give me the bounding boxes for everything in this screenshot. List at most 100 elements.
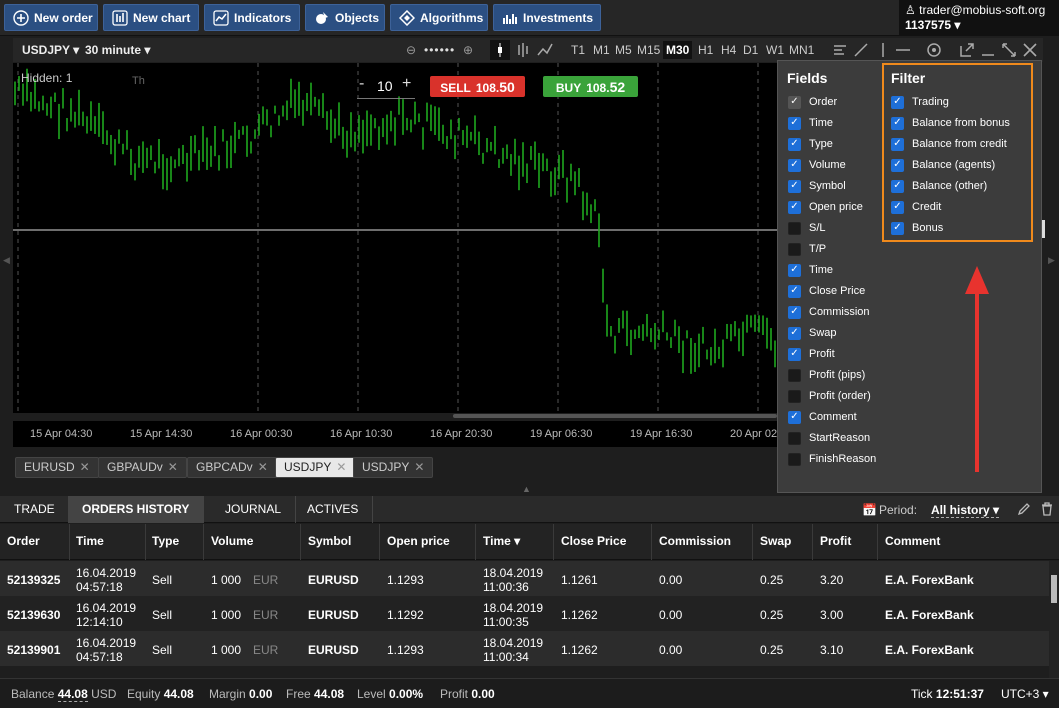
trendline-icon[interactable]: [852, 41, 870, 62]
column-header[interactable]: Comment: [885, 534, 940, 548]
field-option[interactable]: ✓ Swap: [788, 324, 837, 342]
popout-icon[interactable]: [958, 41, 976, 62]
checkbox-icon[interactable]: ✓: [788, 347, 801, 361]
maximize-icon[interactable]: [1000, 41, 1018, 62]
buy-button[interactable]: BUY 108.52: [543, 76, 638, 97]
lot-stepper[interactable]: - 10 +: [357, 75, 415, 99]
checkbox-icon[interactable]: ✓: [788, 158, 801, 172]
checkbox-icon[interactable]: [788, 368, 801, 382]
checkbox-icon[interactable]: ✓: [788, 326, 801, 340]
close-tab-icon[interactable]: ✕: [258, 460, 268, 474]
column-header[interactable]: Commission: [659, 534, 731, 548]
indicators-button[interactable]: Indicators: [204, 4, 300, 31]
checkbox-icon[interactable]: ✓: [788, 305, 801, 319]
checkbox-icon[interactable]: ✓: [788, 116, 801, 130]
field-option[interactable]: Profit (pips): [788, 366, 865, 384]
symbol-tab-usdjpy[interactable]: USDJPY ✕: [353, 457, 434, 478]
checkbox-icon[interactable]: ✓: [788, 200, 801, 214]
column-header[interactable]: Order: [7, 534, 40, 548]
table-row[interactable]: 52139630 16.04.2019 12:14:10 Sell 1 000 EUR EU…: [0, 596, 1049, 631]
line-chart-icon[interactable]: [535, 40, 555, 63]
column-header[interactable]: Profit: [820, 534, 851, 548]
timezone-selector[interactable]: UTC+3 ▾: [1001, 687, 1049, 701]
timeframe-m30[interactable]: M30: [663, 41, 693, 59]
close-tab-icon[interactable]: ✕: [80, 460, 90, 474]
field-option[interactable]: ✓ Open price: [788, 198, 863, 216]
checkbox-icon[interactable]: [788, 431, 801, 445]
table-row[interactable]: 52139325 16.04.2019 04:57:18 Sell 1 000 EUR EU…: [0, 561, 1049, 596]
zoom-in-icon[interactable]: ⊕: [463, 43, 473, 57]
lot-minus-button[interactable]: -: [359, 75, 364, 93]
tab-actives[interactable]: ACTIVES: [293, 496, 374, 523]
new-order-button[interactable]: New order: [4, 4, 98, 31]
column-header[interactable]: Open price: [387, 534, 450, 548]
bar-chart-icon[interactable]: [513, 40, 533, 63]
chevron-down-icon[interactable]: ▾: [954, 18, 960, 32]
close-tab-icon[interactable]: ✕: [414, 460, 424, 474]
symbol-tab-eurusd[interactable]: EURUSD ✕: [15, 457, 99, 478]
field-option[interactable]: T/P: [788, 240, 826, 258]
field-option[interactable]: ✓ Symbol: [788, 177, 846, 195]
investments-button[interactable]: Investments: [493, 4, 601, 31]
field-option[interactable]: ✓ Time: [788, 114, 833, 132]
column-header[interactable]: Volume: [211, 534, 253, 548]
panel-resize-icon[interactable]: ▲: [522, 484, 531, 494]
algorithms-button[interactable]: Algorithms: [390, 4, 488, 31]
column-header[interactable]: Time: [76, 534, 104, 548]
timeframe-mn1[interactable]: MN1: [786, 41, 817, 59]
timeframe-m1[interactable]: M1: [590, 41, 613, 59]
symbol-tab-gbpaudv[interactable]: GBPAUDv ✕: [98, 457, 187, 478]
checkbox-icon[interactable]: [788, 452, 801, 466]
collapse-right-icon[interactable]: ▶: [1048, 255, 1055, 266]
column-header[interactable]: Close Price: [561, 534, 626, 548]
field-option[interactable]: S/L: [788, 219, 826, 237]
zoom-out-icon[interactable]: ⊖: [406, 43, 416, 57]
tab-trade[interactable]: TRADE: [0, 496, 70, 523]
account-info[interactable]: ♙ trader@mobius-soft.org 1137575 ▾: [899, 0, 1059, 36]
field-option[interactable]: ✓ Order: [788, 93, 837, 111]
objects-button[interactable]: Objects: [305, 4, 385, 31]
column-header[interactable]: Symbol: [308, 534, 351, 548]
close-tab-icon[interactable]: ✕: [168, 460, 178, 474]
tab-journal[interactable]: JOURNAL: [211, 496, 297, 523]
indicator-tool-icon[interactable]: [831, 41, 849, 62]
field-option[interactable]: StartReason: [788, 429, 870, 447]
timeframe-t1[interactable]: T1: [568, 41, 588, 59]
period-selector[interactable]: All history ▾: [931, 503, 1000, 518]
chart-horizontal-scrollbar[interactable]: [453, 414, 777, 418]
checkbox-icon[interactable]: ✓: [788, 179, 801, 193]
column-header[interactable]: Time ▾: [483, 534, 520, 548]
collapse-left-icon[interactable]: ◀: [3, 255, 10, 266]
field-option[interactable]: ✓ Commission: [788, 303, 870, 321]
field-option[interactable]: FinishReason: [788, 450, 876, 468]
lot-plus-button[interactable]: +: [402, 75, 411, 93]
checkbox-icon[interactable]: [788, 242, 801, 256]
timeframe-selector[interactable]: 30 minute ▾: [85, 43, 150, 57]
close-tab-icon[interactable]: ✕: [336, 460, 346, 474]
close-icon[interactable]: [1021, 41, 1039, 62]
field-option[interactable]: ✓ Profit: [788, 345, 835, 363]
field-option[interactable]: ✓ Time: [788, 261, 833, 279]
target-icon[interactable]: [925, 41, 943, 62]
checkbox-icon[interactable]: ✓: [788, 263, 801, 277]
edit-icon[interactable]: [1017, 502, 1031, 519]
column-header[interactable]: Type: [152, 534, 179, 548]
table-scrollbar[interactable]: [1049, 561, 1059, 678]
checkbox-icon[interactable]: ✓: [788, 95, 801, 109]
minimize-icon[interactable]: [979, 41, 997, 62]
field-option[interactable]: ✓ Close Price: [788, 282, 865, 300]
timeframe-h1[interactable]: H1: [695, 41, 716, 59]
column-header[interactable]: Swap: [760, 534, 791, 548]
symbol-tab-gbpcadv[interactable]: GBPCADv ✕: [187, 457, 277, 478]
symbol-selector[interactable]: USDJPY ▾: [22, 43, 79, 57]
checkbox-icon[interactable]: ✓: [788, 284, 801, 298]
vertical-line-icon[interactable]: [874, 41, 892, 62]
lot-value[interactable]: 10: [377, 78, 393, 94]
field-option[interactable]: ✓ Type: [788, 135, 833, 153]
timeframe-d1[interactable]: D1: [740, 41, 761, 59]
new-chart-button[interactable]: New chart: [103, 4, 199, 31]
timeframe-w1[interactable]: W1: [763, 41, 787, 59]
horizontal-line-icon[interactable]: [894, 41, 912, 62]
field-option[interactable]: ✓ Volume: [788, 156, 846, 174]
tab-orders-history[interactable]: ORDERS HISTORY: [68, 496, 205, 523]
